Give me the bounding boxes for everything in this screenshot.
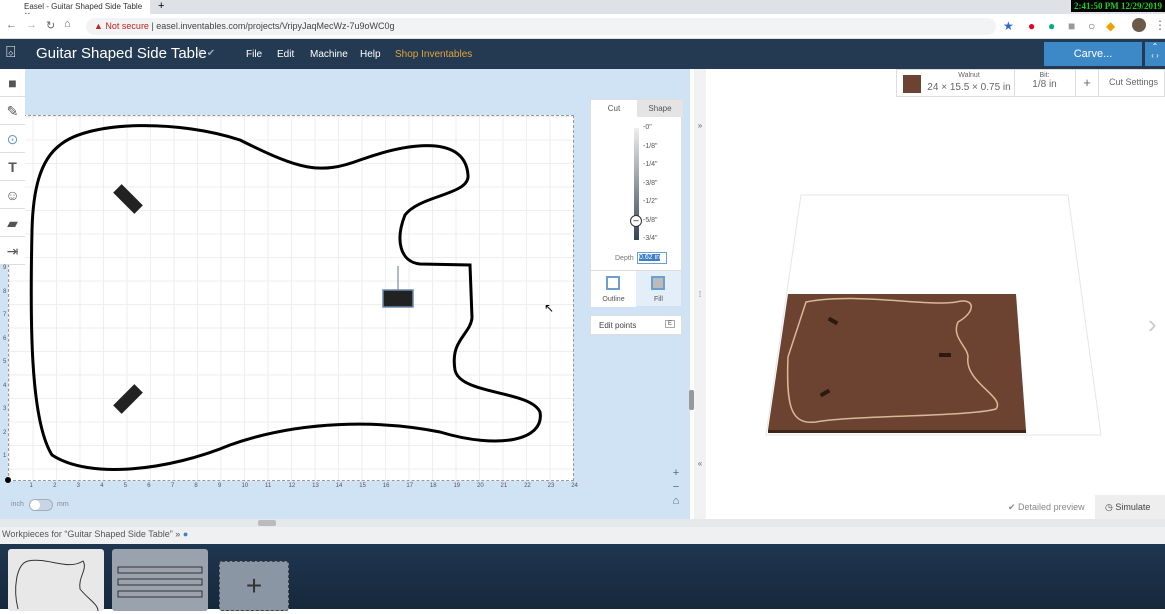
material-swatch[interactable] <box>903 75 921 93</box>
add-workpiece-button[interactable]: + <box>219 561 289 611</box>
clock: 2:41:50 PM 12/29/2019 <box>1071 0 1165 12</box>
depth-mark: -1/8" <box>643 142 658 150</box>
outline-button[interactable]: Outline <box>591 271 636 307</box>
extension-g-icon[interactable]: ■ <box>1068 19 1075 33</box>
collapse-icon[interactable]: » <box>175 529 180 539</box>
selected-slot <box>382 289 414 308</box>
depth-mark: -3/8" <box>643 179 658 187</box>
extension-tag-icon[interactable]: ◆ <box>1106 19 1115 33</box>
zoom-in-button[interactable]: + <box>669 466 683 480</box>
home-view-icon[interactable]: ⌂ <box>669 494 683 508</box>
cut-panel: Cut Shape – -0" -1/8" -1/4" -3/8" -1/2" -5/8"… <box>590 99 683 307</box>
edit-points-shortcut: E <box>664 320 675 328</box>
add-bit-button[interactable]: + <box>1075 70 1099 96</box>
mouse-cursor: ↖ <box>544 301 554 315</box>
workpieces-tray: + <box>0 544 1165 612</box>
depth-label: Depth <box>615 255 634 262</box>
next-arrow-icon: › <box>1148 309 1157 339</box>
extension-circle-icon[interactable]: ○ <box>1088 19 1095 33</box>
bookmark-star-icon[interactable]: ★ <box>1003 19 1014 33</box>
guitar-outline <box>29 124 542 471</box>
bit-value: 1/8 in <box>1032 79 1057 90</box>
simulate-label: Simulate <box>1115 502 1151 512</box>
walnut-board <box>768 294 1026 430</box>
fill-button[interactable]: Fill <box>636 271 681 307</box>
simulate-button[interactable]: ◷ Simulate <box>1095 495 1165 519</box>
depth-mark: -3/4" <box>643 235 658 242</box>
depth-mark: -0" <box>643 124 652 131</box>
unit-inch-label: inch <box>11 501 24 508</box>
outline-icon <box>606 276 620 290</box>
depth-input[interactable]: 0.62 in <box>639 254 661 261</box>
unit-mm-label: mm <box>57 501 69 508</box>
cut-settings-button[interactable]: Cut Settings <box>1109 77 1158 87</box>
edit-points-button[interactable]: Edit points E <box>590 315 682 335</box>
material-dims[interactable]: 24 × 15.5 × 0.75 in <box>925 82 1013 93</box>
pinterest-icon[interactable]: ● <box>1028 19 1035 33</box>
depth-mark: -1/2" <box>643 198 658 205</box>
clock-icon: ◷ <box>1105 502 1113 512</box>
tab-cut[interactable]: Cut <box>591 100 637 117</box>
browser-menu-icon[interactable]: ⋮ <box>1154 18 1165 32</box>
workpiece-guitar-necks[interactable] <box>112 549 208 611</box>
bit-label: Bit: <box>1039 72 1050 79</box>
depth-mark: -5/8" <box>643 216 658 224</box>
workpiece-guitar-body[interactable] <box>8 549 104 612</box>
expand-arrows-button[interactable]: ⌃ ‹ › <box>1145 42 1165 66</box>
workpieces-label: Workpieces for “Guitar Shaped Side Table… <box>2 529 173 539</box>
pane-divider[interactable]: » ⁞ « <box>694 69 706 519</box>
detailed-preview-label: Detailed preview <box>1018 502 1085 512</box>
3d-preview: › <box>765 194 1157 436</box>
workpieces-drag-handle[interactable] <box>258 520 276 526</box>
material-name[interactable]: Walnut <box>925 72 1013 79</box>
workpieces-header: Workpieces for “Guitar Shaped Side Table… <box>0 527 1165 544</box>
fill-label: Fill <box>654 296 663 303</box>
unit-toggle[interactable] <box>29 499 53 511</box>
outline-label: Outline <box>602 296 625 303</box>
zoom-out-button[interactable]: − <box>669 480 683 494</box>
depth-mark: -1/4" <box>643 161 658 168</box>
fill-icon <box>651 276 665 290</box>
depth-slider-handle[interactable]: – <box>630 214 642 227</box>
profile-avatar[interactable] <box>1132 18 1146 32</box>
carve-button[interactable]: Carve... <box>1044 42 1142 66</box>
tab-shape[interactable]: Shape <box>637 100 683 117</box>
bit-selector[interactable]: Bit: 1/8 in <box>1014 70 1074 96</box>
slot-upper <box>113 184 143 214</box>
help-icon[interactable]: ● <box>183 529 188 539</box>
extension-icon[interactable]: ● <box>1048 19 1055 33</box>
detailed-preview-toggle[interactable]: ✔ Detailed preview <box>1008 502 1085 513</box>
edit-points-label: Edit points <box>599 321 637 330</box>
slot-lower <box>113 384 143 414</box>
material-bar: Walnut 24 × 15.5 × 0.75 in Bit: 1/8 in +… <box>896 69 1165 97</box>
